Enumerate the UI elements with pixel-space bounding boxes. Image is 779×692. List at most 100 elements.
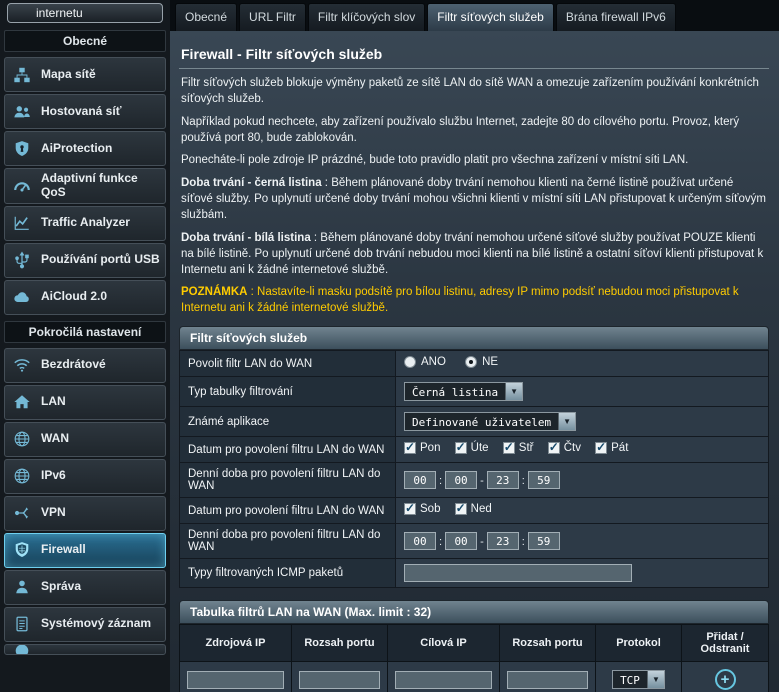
radio-yes[interactable]: ANO — [404, 356, 446, 368]
quick-internet-setup-label: internetu — [36, 6, 83, 20]
checkbox-wed[interactable]: Stř — [503, 442, 534, 454]
sidebar-item-traffic-analyzer[interactable]: Traffic Analyzer — [4, 206, 166, 241]
table-type-select[interactable]: Černá listina▼ — [404, 382, 523, 401]
checkbox-checked-icon — [595, 442, 607, 454]
sidebar-item-guest-network[interactable]: Hostovaná síť — [4, 94, 166, 129]
content-panel: Firewall - Filtr síťových služeb Filtr s… — [170, 31, 779, 692]
weekday-time-label: Denní doba pro povolení filtru LAN do WA… — [180, 463, 396, 498]
checkbox-tue-label: Úte — [471, 442, 489, 454]
tab-filtr-sitovych-sluzeb[interactable]: Filtr síťových služeb — [427, 3, 554, 31]
sidebar-item-system-log[interactable]: Systémový záznam — [4, 607, 166, 642]
checkbox-thu[interactable]: Čtv — [548, 442, 581, 454]
destination-port-range-input[interactable] — [507, 671, 589, 689]
destination-ip-input[interactable] — [395, 671, 492, 689]
checkbox-thu-label: Čtv — [564, 442, 581, 454]
enable-filter-label: Povolit filtr LAN do WAN — [180, 351, 396, 377]
table-row: Povolit filtr LAN do WAN ANO NE — [180, 351, 769, 377]
sidebar-item-wan[interactable]: WAN — [4, 422, 166, 457]
note-paragraph: POZNÁMKA : Nastavíte-li masku podsítě pr… — [181, 285, 767, 317]
table-row: Datum pro povolení filtru LAN do WAN Sob… — [180, 498, 769, 524]
source-ip-cell — [180, 662, 292, 692]
checkbox-checked-icon — [404, 503, 416, 515]
checkbox-checked-icon — [503, 442, 515, 454]
sidebar-item-lan[interactable]: LAN — [4, 385, 166, 420]
sidebar-item-administration[interactable]: Správa — [4, 570, 166, 605]
destination-ip-cell — [388, 662, 500, 692]
firewall-shield-icon — [9, 541, 35, 559]
header-source-ip: Zdrojová IP — [180, 625, 292, 662]
sidebar-item-aiprotection[interactable]: AiProtection — [4, 131, 166, 166]
sidebar-item-wireless[interactable]: Bezdrátové — [4, 348, 166, 383]
intro-paragraph-1: Filtr síťových služeb blokuje výměny pak… — [181, 76, 767, 108]
tab-url-filtr[interactable]: URL Filtr — [239, 3, 306, 31]
filter-settings-table: Povolit filtr LAN do WAN ANO NE Typ tabu… — [179, 350, 769, 588]
weekend-date-control: Sob Ned — [396, 498, 769, 524]
radio-no-label: NE — [482, 356, 498, 368]
sidebar-item-vpn[interactable]: VPN — [4, 496, 166, 531]
weekend-end-minute-input[interactable] — [528, 532, 560, 550]
weekend-end-hour-input[interactable] — [487, 532, 519, 550]
guest-network-icon — [9, 103, 35, 121]
ipv6-globe-icon — [9, 467, 35, 485]
radio-no[interactable]: NE — [465, 356, 498, 368]
section-title-network-services-filter: Filtr síťových služeb — [179, 326, 769, 350]
weekday-date-control: Pon Úte Stř Čtv Pát — [396, 437, 769, 463]
quick-internet-setup-button[interactable]: internetu — [7, 3, 163, 23]
checkbox-tue[interactable]: Úte — [455, 442, 489, 454]
checkbox-mon[interactable]: Pon — [404, 442, 440, 454]
enable-filter-control: ANO NE — [396, 351, 769, 377]
weekend-start-minute-input[interactable] — [445, 532, 477, 550]
duration-whitelist-label: Doba trvání - bílá listina — [181, 232, 311, 244]
checkbox-sat[interactable]: Sob — [404, 503, 440, 515]
weekday-start-minute-input[interactable] — [445, 471, 477, 489]
network-map-icon — [9, 66, 35, 84]
chevron-down-icon: ▼ — [647, 671, 664, 688]
sidebar-item-aicloud[interactable]: AiCloud 2.0 — [4, 280, 166, 315]
sidebar: internetu Obecné Mapa sítě Hostovaná síť… — [0, 0, 170, 692]
sidebar-item-network-map[interactable]: Mapa sítě — [4, 57, 166, 92]
time-range-dash: - — [480, 536, 484, 548]
weekday-start-hour-input[interactable] — [404, 471, 436, 489]
icmp-control — [396, 559, 769, 588]
header-add-remove: Přidat / Odstranit — [682, 625, 769, 662]
sidebar-item-usb[interactable]: Používání portů USB — [4, 243, 166, 278]
weekend-time-label: Denní doba pro povolení filtru LAN do WA… — [180, 524, 396, 559]
sidebar-item-adaptive-qos[interactable]: Adaptivní funkce QoS — [4, 168, 166, 204]
lan-wan-filter-table: Zdrojová IP Rozsah portu Cílová IP Rozsa… — [179, 624, 769, 692]
sidebar-item-firewall[interactable]: Firewall — [4, 533, 166, 568]
sidebar-item-label: Firewall — [41, 543, 86, 557]
tab-brana-firewall-ipv6[interactable]: Brána firewall IPv6 — [556, 3, 676, 31]
tab-obecne[interactable]: Obecné — [175, 3, 237, 31]
checkbox-checked-icon — [455, 442, 467, 454]
add-remove-cell: + — [682, 662, 769, 692]
radio-yes-label: ANO — [421, 356, 446, 368]
time-separator: : — [439, 536, 442, 548]
main-area: Obecné URL Filtr Filtr klíčových slov Fi… — [170, 0, 779, 692]
sidebar-item-ipv6[interactable]: IPv6 — [4, 459, 166, 494]
icmp-types-input[interactable] — [404, 564, 632, 582]
wifi-icon — [9, 356, 35, 374]
person-icon — [9, 578, 35, 596]
checkbox-fri[interactable]: Pát — [595, 442, 628, 454]
home-icon — [9, 393, 35, 411]
weekday-end-hour-input[interactable] — [487, 471, 519, 489]
sidebar-item-partial[interactable] — [4, 644, 166, 655]
table-type-value: Černá listina — [405, 383, 505, 400]
checkbox-sun[interactable]: Ned — [455, 503, 492, 515]
add-rule-button[interactable]: + — [715, 669, 736, 690]
sidebar-section-advanced: Pokročilá nastavení — [4, 321, 166, 343]
table-row: Typy filtrovaných ICMP paketů — [180, 559, 769, 588]
protocol-select[interactable]: TCP▼ — [612, 670, 665, 689]
source-port-range-input[interactable] — [299, 671, 381, 689]
note-label: POZNÁMKA — [181, 286, 247, 298]
table-row: TCP▼ + — [180, 662, 769, 692]
vpn-icon — [9, 504, 35, 522]
protocol-value: TCP — [613, 671, 647, 688]
header-port-range-2: Rozsah portu — [500, 625, 596, 662]
weekday-end-minute-input[interactable] — [528, 471, 560, 489]
tab-filtr-klicovych-slov[interactable]: Filtr klíčových slov — [308, 3, 425, 31]
title-divider — [179, 68, 769, 69]
weekend-start-hour-input[interactable] — [404, 532, 436, 550]
source-ip-input[interactable] — [187, 671, 284, 689]
known-apps-select[interactable]: Definované uživatelem▼ — [404, 412, 576, 431]
